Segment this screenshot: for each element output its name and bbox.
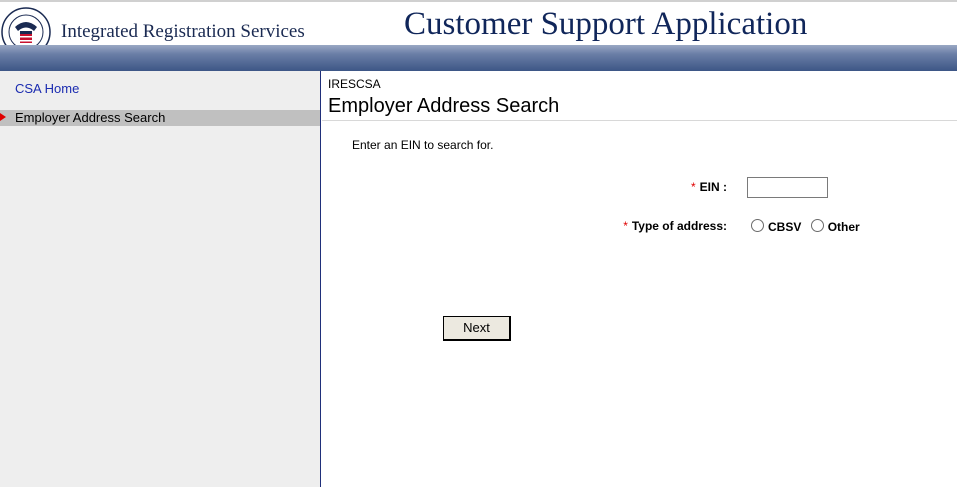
app-title: Customer Support Application: [404, 6, 808, 42]
breadcrumb: IRESCSA: [328, 77, 381, 91]
address-type-label-text: Type of address:: [631, 219, 727, 233]
sidebar-item-employer-address-search[interactable]: Employer Address Search: [0, 110, 320, 126]
ein-label: * EIN :: [691, 180, 727, 194]
required-marker: *: [623, 219, 628, 233]
ein-input[interactable]: [747, 177, 828, 198]
header-band: [0, 45, 957, 71]
current-page-arrow-icon: [0, 113, 6, 121]
sidebar-item-label: Employer Address Search: [15, 110, 166, 125]
radio-cbsv[interactable]: [751, 219, 764, 232]
required-marker: *: [690, 180, 696, 194]
radio-other-label[interactable]: Other: [828, 220, 860, 234]
brand-name: Integrated Registration Services: [61, 21, 305, 42]
sidebar: CSA Home Employer Address Search: [0, 71, 321, 487]
title-divider: [322, 120, 957, 121]
sidebar-item-csa-home[interactable]: CSA Home: [15, 81, 79, 96]
address-type-radio-group: CBSV Other: [751, 219, 866, 234]
instructions-text: Enter an EIN to search for.: [352, 138, 494, 152]
ein-label-text: EIN :: [699, 180, 727, 194]
radio-other[interactable]: [810, 219, 824, 232]
radio-cbsv-label[interactable]: CBSV: [768, 220, 801, 234]
page-title: Employer Address Search: [328, 95, 560, 117]
address-type-label: * Type of address:: [623, 219, 727, 233]
main-content: IRESCSA Employer Address Search Enter an…: [322, 71, 957, 487]
next-button[interactable]: Next: [443, 316, 511, 341]
